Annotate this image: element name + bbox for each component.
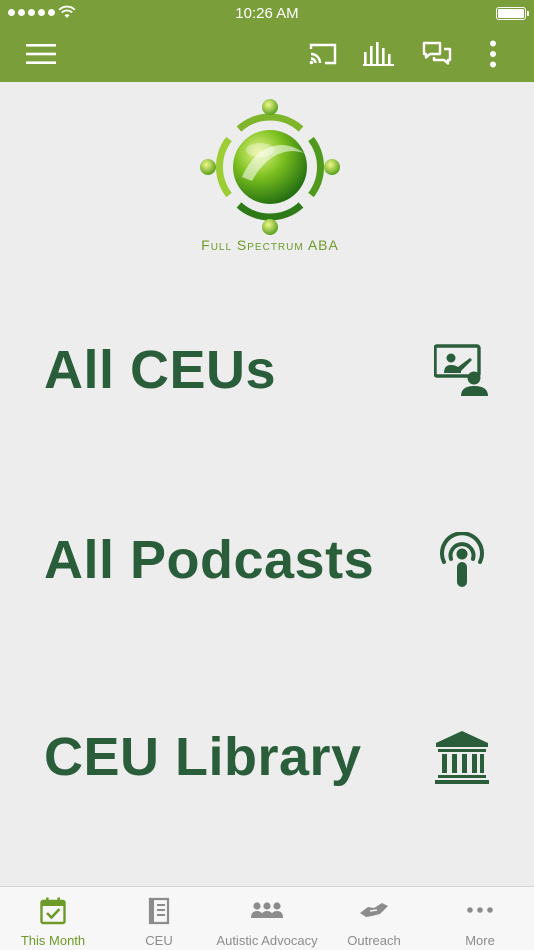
presentation-icon bbox=[434, 344, 488, 396]
menu-label: All CEUs bbox=[44, 340, 277, 400]
more-vert-icon[interactable] bbox=[480, 38, 506, 70]
menu-label: All Podcasts bbox=[44, 530, 375, 590]
tab-autistic-advocacy[interactable]: Autistic Advocacy bbox=[212, 887, 322, 950]
book-icon bbox=[148, 897, 170, 925]
menu-item-all-podcasts[interactable]: All Podcasts bbox=[0, 465, 534, 655]
library-icon bbox=[435, 731, 489, 784]
tab-this-month[interactable]: This Month bbox=[0, 887, 106, 950]
menu-item-ceu-library[interactable]: CEU Library bbox=[0, 662, 534, 852]
tab-label: More bbox=[465, 933, 495, 948]
cast-icon[interactable] bbox=[306, 38, 340, 70]
battery-icon bbox=[496, 7, 529, 20]
handshake-icon bbox=[360, 903, 388, 917]
chat-icon[interactable] bbox=[420, 38, 454, 70]
brand-logo: Full Spectrum ABA bbox=[190, 95, 350, 265]
stats-icon[interactable] bbox=[362, 38, 396, 70]
calendar-check-icon bbox=[40, 897, 66, 925]
hamburger-icon[interactable] bbox=[24, 38, 58, 70]
tab-label: Outreach bbox=[347, 933, 401, 948]
tab-label: This Month bbox=[20, 933, 86, 948]
status-bar: 10:26 AM bbox=[0, 0, 534, 28]
tab-label: Autistic Advocacy bbox=[216, 933, 318, 948]
tab-ceu[interactable]: CEU bbox=[106, 887, 212, 950]
logo-emblem-icon bbox=[200, 99, 340, 235]
brand-name: Full Spectrum ABA bbox=[201, 237, 339, 253]
tab-outreach[interactable]: Outreach bbox=[322, 887, 426, 950]
tab-label: CEU bbox=[145, 933, 173, 948]
menu-label: CEU Library bbox=[44, 727, 362, 787]
tab-more[interactable]: More bbox=[426, 887, 534, 950]
tab-bar: This Month CEU Autistic Advocacy Outreac… bbox=[0, 886, 534, 950]
status-time: 10:26 AM bbox=[235, 5, 299, 22]
more-horiz-icon bbox=[467, 907, 493, 913]
group-icon bbox=[251, 902, 283, 918]
menu-item-all-ceus[interactable]: All CEUs bbox=[0, 275, 534, 465]
podcast-icon bbox=[440, 532, 484, 587]
app-bar: 10:26 AM bbox=[0, 0, 534, 82]
